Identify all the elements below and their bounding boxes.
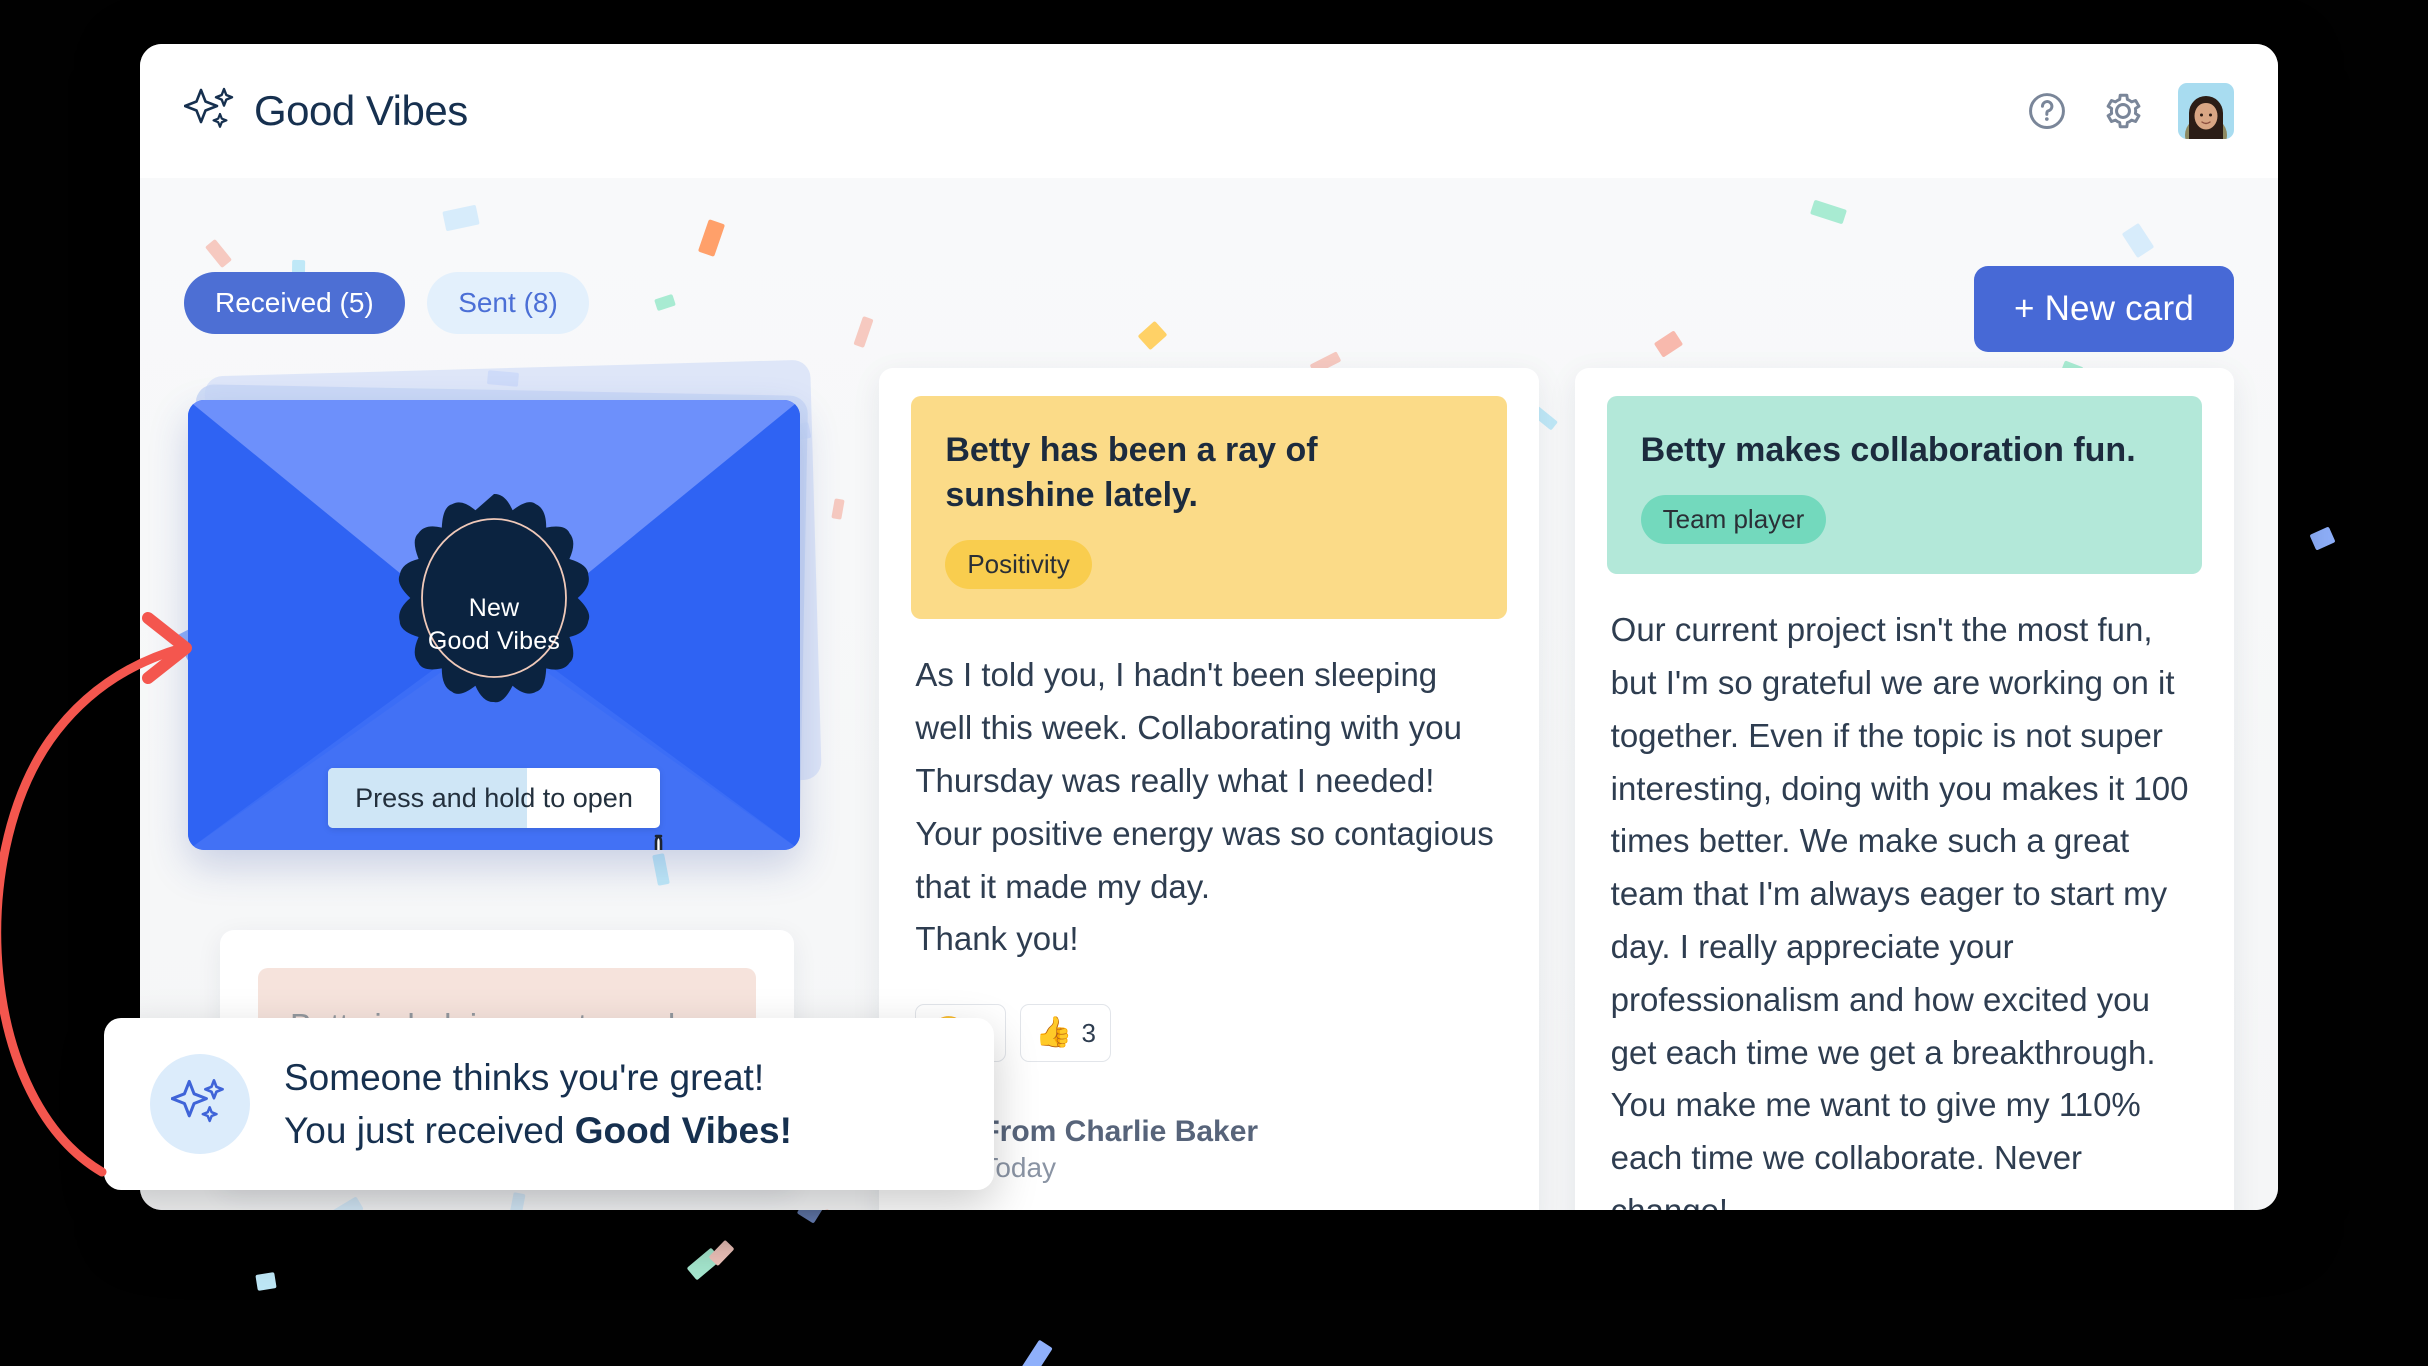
gear-icon[interactable]: [2102, 90, 2144, 132]
tab-received[interactable]: Received (5): [184, 272, 405, 334]
card-tag: Positivity: [945, 540, 1092, 590]
seal-line-2: Good Vibes: [427, 627, 561, 655]
sparkle-icon: [184, 87, 234, 128]
sparkle-icon: [171, 1079, 224, 1123]
stage-background: Good Vibes Received (5) Sent (8) + New c…: [0, 0, 2428, 1366]
envelope-front[interactable]: New Good Vibes Press and hold to open: [188, 400, 800, 850]
card-green[interactable]: Betty makes collaboration fun. Team play…: [1574, 368, 2234, 1210]
avatar[interactable]: [2178, 83, 2234, 139]
card-yellow-header: Betty has been a ray of sunshine lately.…: [911, 396, 1507, 620]
toolbar: Received (5) Sent (8) + New card: [184, 266, 2234, 352]
thumbs-up-reaction[interactable]: 👍 3: [1020, 1004, 1111, 1063]
confetti-piece: [442, 204, 480, 232]
toast-text: Someone thinks you're great! You just re…: [284, 1054, 792, 1155]
card-body: Our current project isn't the most fun, …: [1610, 611, 2189, 1210]
thumbs-up-emoji: 👍: [1035, 1016, 1073, 1050]
new-card-button[interactable]: + New card: [1974, 266, 2234, 352]
confetti-piece: [2121, 222, 2155, 259]
confetti-piece: [697, 219, 726, 257]
help-circle-icon[interactable]: [2026, 90, 2068, 132]
column-three: Betty makes collaboration fun. Team play…: [1574, 368, 2234, 1210]
toast-line-1: Someone thinks you're great!: [284, 1056, 765, 1098]
seal-text: New Good Vibes: [404, 592, 584, 658]
toast-line-2: You just received Good Vibes!: [284, 1107, 792, 1154]
card-body: As I told you, I hadn't been sleeping we…: [915, 656, 1494, 958]
card-reactions: 🤩 4 👍 3: [911, 1004, 1506, 1063]
confetti-piece: [1810, 199, 1847, 225]
card-green-header: Betty makes collaboration fun. Team play…: [1606, 396, 2202, 575]
new-vibes-envelope[interactable]: New Good Vibes Press and hold to open: [184, 359, 843, 888]
reaction-count: 3: [1081, 1017, 1096, 1048]
toast-notification[interactable]: Someone thinks you're great! You just re…: [104, 1018, 994, 1190]
card-tag: Team player: [1640, 495, 1827, 545]
confetti-piece: [2309, 526, 2336, 551]
press-hold-label: Press and hold to open: [355, 782, 633, 813]
sender-time: Today: [981, 1152, 1057, 1184]
press-and-hold-button[interactable]: Press and hold to open: [328, 768, 660, 828]
sender-name: From Charlie Baker: [981, 1115, 1259, 1149]
confetti-piece: [1019, 1339, 1053, 1366]
brand: Good Vibes: [184, 84, 468, 138]
header-actions: [2026, 83, 2234, 139]
toast-icon-circle: [150, 1054, 250, 1154]
toast-line-2-prefix: You just received: [284, 1110, 575, 1151]
toast-line-2-strong: Good Vibes!: [574, 1110, 792, 1151]
tab-sent[interactable]: Sent (8): [427, 272, 589, 334]
app-header: Good Vibes: [140, 44, 2278, 178]
confetti-piece: [204, 238, 233, 269]
card-sender: From Charlie Baker Today: [911, 1114, 1506, 1185]
seal-line-1: New: [468, 594, 520, 622]
card-title: Betty has been a ray of sunshine lately.: [945, 431, 1318, 515]
hand-pointer-cursor: [654, 834, 663, 850]
page-title: Good Vibes: [254, 87, 468, 134]
confetti-piece: [255, 1272, 277, 1291]
card-title: Betty makes collaboration fun.: [1640, 431, 2136, 469]
